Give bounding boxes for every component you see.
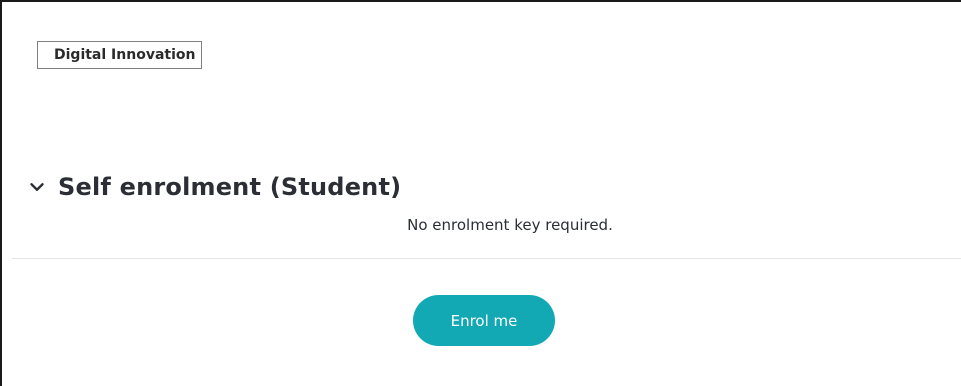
enrolment-panel: Digital Innovation Self enrolment (Stude…: [0, 0, 961, 386]
enrol-me-button[interactable]: Enrol me: [413, 295, 555, 346]
section-title: Self enrolment (Student): [58, 173, 402, 201]
divider: [12, 258, 961, 259]
enrolment-key-notice: No enrolment key required.: [407, 216, 613, 234]
course-category-tag[interactable]: Digital Innovation: [37, 41, 203, 69]
self-enrolment-section-toggle[interactable]: Self enrolment (Student): [26, 167, 401, 207]
chevron-down-icon[interactable]: [26, 176, 48, 198]
